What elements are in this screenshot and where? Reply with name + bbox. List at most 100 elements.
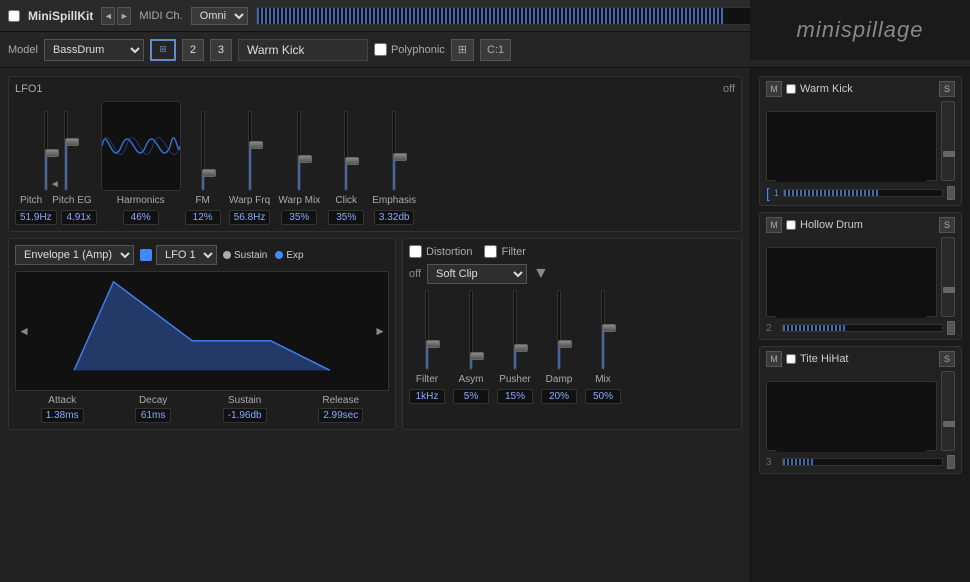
- ch3-solo-button[interactable]: S: [939, 351, 955, 367]
- channel-2-header: M Hollow Drum S: [766, 217, 955, 233]
- emphasis-track[interactable]: [392, 111, 396, 191]
- fm-value[interactable]: 12%: [185, 210, 221, 225]
- mix-label: Mix: [595, 374, 611, 385]
- pitch-track[interactable]: [44, 111, 48, 191]
- click-track[interactable]: [344, 111, 348, 191]
- ch1-knob[interactable]: [947, 186, 955, 200]
- channel-button[interactable]: ⊞: [451, 39, 474, 61]
- asym-track[interactable]: [469, 290, 473, 370]
- damp-value[interactable]: 20%: [541, 389, 577, 404]
- decay-param: Decay 61ms: [135, 395, 171, 423]
- next-arrow[interactable]: ►: [117, 7, 131, 25]
- mix-value[interactable]: 50%: [585, 389, 621, 404]
- warpfrq-value[interactable]: 56.8Hz: [229, 210, 271, 225]
- click-col: Click 35%: [328, 111, 364, 225]
- lower-row: Envelope 1 (Amp) LFO 1 Sustain: [8, 238, 742, 430]
- damp-track[interactable]: [557, 290, 561, 370]
- pusher-value[interactable]: 15%: [497, 389, 533, 404]
- ch2-checkbox[interactable]: [786, 220, 796, 230]
- asym-value[interactable]: 5%: [453, 389, 489, 404]
- env-right-arrow[interactable]: ►: [374, 324, 386, 338]
- ch2-mini-fill: [783, 325, 847, 331]
- distortion-checkbox[interactable]: [409, 245, 422, 258]
- model-select[interactable]: BassDrum HiHat Snare: [44, 39, 144, 61]
- lfo-title: LFO1: [15, 83, 43, 95]
- channel-1-header: M Warm Kick S: [766, 81, 955, 97]
- pitch-arrow[interactable]: ◄: [50, 179, 62, 191]
- filter-toggle: Filter: [484, 245, 525, 258]
- release-value[interactable]: 2.99sec: [318, 408, 363, 423]
- harmonics-col: Harmonics 46%: [101, 101, 181, 225]
- midi-channel-select[interactable]: Omni 12: [191, 7, 248, 25]
- sustain-value[interactable]: -1.96db: [223, 408, 267, 423]
- ch2-knob[interactable]: [947, 321, 955, 335]
- ch1-mute-button[interactable]: M: [766, 81, 782, 97]
- emphasis-value[interactable]: 3.32db: [374, 210, 415, 225]
- lfo-status: off: [723, 83, 735, 95]
- env-left-arrow[interactable]: ◄: [18, 324, 30, 338]
- ch1-bar-num: 1: [774, 188, 779, 198]
- filter-value[interactable]: 1kHz: [409, 389, 445, 404]
- warpmix-value[interactable]: 35%: [281, 210, 317, 225]
- ch1-checkbox[interactable]: [786, 84, 796, 94]
- lfo-modulation-select[interactable]: LFO 1: [156, 245, 217, 265]
- lfo-section: LFO1 off ◄: [8, 76, 742, 232]
- harmonics-value[interactable]: 46%: [123, 210, 159, 225]
- ch1-fader[interactable]: [941, 101, 955, 181]
- env-params: Attack 1.38ms Decay 61ms Sustain -1.96db…: [15, 395, 389, 423]
- pitch-label: Pitch: [20, 195, 42, 206]
- ch2-waveform: [767, 248, 936, 318]
- attack-label: Attack: [48, 395, 76, 406]
- envelope-select[interactable]: Envelope 1 (Amp): [15, 245, 134, 265]
- ch3-mute-button[interactable]: M: [766, 351, 782, 367]
- ch1-mini-bar[interactable]: [783, 189, 943, 197]
- ch2-solo-button[interactable]: S: [939, 217, 955, 233]
- pitch-value[interactable]: 51.9Hz: [15, 210, 57, 225]
- ch3-mini-bar[interactable]: [782, 458, 943, 466]
- midi-label: MIDI Ch.: [139, 10, 182, 22]
- slot-3-button[interactable]: 3: [210, 39, 232, 61]
- ch2-fader[interactable]: [941, 237, 955, 317]
- harmonics-display: [101, 101, 181, 191]
- warpfrq-col: Warp Frq 56.8Hz: [229, 111, 271, 225]
- ch3-fader[interactable]: [941, 371, 955, 451]
- pusher-track[interactable]: [513, 290, 517, 370]
- release-label: Release: [322, 395, 359, 406]
- ch3-checkbox[interactable]: [786, 354, 796, 364]
- prev-arrow[interactable]: ◄: [101, 7, 115, 25]
- power-checkbox[interactable]: [8, 10, 20, 22]
- ch1-solo-button[interactable]: S: [939, 81, 955, 97]
- level-fill: [257, 8, 723, 24]
- pitch-eg-value[interactable]: 4.91x: [61, 210, 97, 225]
- pitch-eg-track[interactable]: [64, 111, 68, 191]
- slot-2-button[interactable]: 2: [182, 39, 204, 61]
- click-value[interactable]: 35%: [328, 210, 364, 225]
- attack-param: Attack 1.38ms: [41, 395, 84, 423]
- warpmix-track[interactable]: [297, 111, 301, 191]
- harmonics-label: Harmonics: [117, 195, 165, 206]
- channel-1-bar-row: [ 1: [766, 185, 955, 201]
- damp-col: Damp 20%: [541, 290, 577, 404]
- envelope-section: Envelope 1 (Amp) LFO 1 Sustain: [8, 238, 396, 430]
- filter-checkbox[interactable]: [484, 245, 497, 258]
- ch2-num: 2: [766, 323, 778, 334]
- channel-3-content: [766, 371, 955, 451]
- channel-strip-2: M Hollow Drum S 2: [759, 212, 962, 340]
- fm-track[interactable]: [201, 111, 205, 191]
- frame-button[interactable]: ⊞: [150, 39, 176, 61]
- filter-track[interactable]: [425, 290, 429, 370]
- ch1-name: Warm Kick: [800, 83, 935, 95]
- distortion-type-select[interactable]: Soft Clip Hard Clip: [427, 264, 527, 284]
- ch2-mini-bar[interactable]: [782, 324, 943, 332]
- polyphonic-checkbox[interactable]: [374, 43, 387, 56]
- model-label: Model: [8, 44, 38, 56]
- distortion-toggle: Distortion: [409, 245, 472, 258]
- ch2-mute-button[interactable]: M: [766, 217, 782, 233]
- warpfrq-track[interactable]: [248, 111, 252, 191]
- ch3-knob[interactable]: [947, 455, 955, 469]
- decay-value[interactable]: 61ms: [135, 408, 171, 423]
- mix-track[interactable]: [601, 290, 605, 370]
- channel-label[interactable]: C:1: [480, 39, 511, 61]
- pusher-label: Pusher: [499, 374, 531, 385]
- attack-value[interactable]: 1.38ms: [41, 408, 84, 423]
